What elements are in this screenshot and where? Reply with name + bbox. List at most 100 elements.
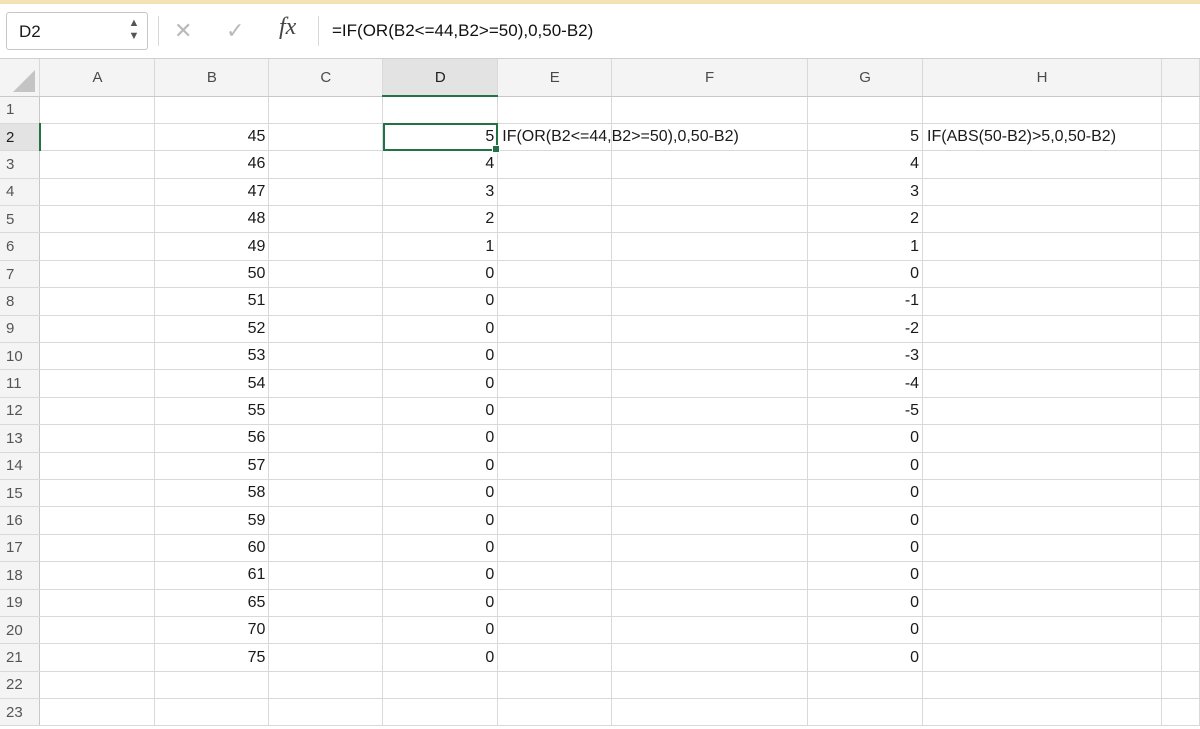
cell-h16[interactable] <box>922 506 1162 535</box>
cell-a20[interactable] <box>39 616 156 645</box>
row-header[interactable]: 12 <box>0 397 41 426</box>
cell-a17[interactable] <box>39 534 156 563</box>
cell-b13[interactable]: 56 <box>154 424 270 453</box>
cell-d20[interactable]: 0 <box>382 616 499 645</box>
cell-f13[interactable] <box>611 424 809 453</box>
row-header[interactable]: 18 <box>0 561 41 590</box>
cell-g11[interactable]: -4 <box>807 369 924 398</box>
cell-c18[interactable] <box>268 561 384 590</box>
cell-h17[interactable] <box>922 534 1162 563</box>
cell-e11[interactable] <box>497 369 613 398</box>
cell-g19[interactable]: 0 <box>807 589 924 617</box>
cell-i21[interactable] <box>1161 643 1200 672</box>
cell-g12[interactable]: -5 <box>807 397 924 426</box>
cell-d11[interactable]: 0 <box>382 369 499 398</box>
cell-d15[interactable]: 0 <box>382 479 499 508</box>
cell-f4[interactable] <box>611 178 809 207</box>
cell-e22[interactable] <box>497 671 613 700</box>
column-header-h[interactable]: H <box>922 59 1162 97</box>
cell-h6[interactable] <box>922 232 1162 261</box>
column-header-f[interactable]: F <box>611 59 809 97</box>
cell-g13[interactable]: 0 <box>807 424 924 453</box>
cell-f23[interactable] <box>611 698 809 727</box>
confirm-check-icon[interactable]: ✓ <box>226 18 244 44</box>
cell-i1[interactable] <box>1161 96 1200 124</box>
cell-d3[interactable]: 4 <box>382 150 499 179</box>
cell-h2[interactable]: IF(ABS(50-B2)>5,0,50-B2) <box>922 123 1162 152</box>
cell-i17[interactable] <box>1161 534 1200 563</box>
cell-a4[interactable] <box>39 178 156 207</box>
cancel-icon[interactable]: ✕ <box>174 18 192 44</box>
cell-c7[interactable] <box>268 260 384 289</box>
cell-g9[interactable]: -2 <box>807 315 924 344</box>
cell-g6[interactable]: 1 <box>807 232 924 261</box>
cell-g1[interactable] <box>807 96 924 124</box>
cell-f6[interactable] <box>611 232 809 261</box>
cell-b7[interactable]: 50 <box>154 260 270 289</box>
cell-g8[interactable]: -1 <box>807 287 924 316</box>
cell-i11[interactable] <box>1161 369 1200 398</box>
cell-e13[interactable] <box>497 424 613 453</box>
cell-i18[interactable] <box>1161 561 1200 590</box>
cell-h20[interactable] <box>922 616 1162 645</box>
cell-g15[interactable]: 0 <box>807 479 924 508</box>
cell-i2[interactable] <box>1161 123 1200 152</box>
cell-b20[interactable]: 70 <box>154 616 270 645</box>
cell-h12[interactable] <box>922 397 1162 426</box>
cell-d5[interactable]: 2 <box>382 205 499 234</box>
cell-g3[interactable]: 4 <box>807 150 924 179</box>
cell-h23[interactable] <box>922 698 1162 727</box>
cell-g22[interactable] <box>807 671 924 700</box>
cell-e1[interactable] <box>497 96 613 124</box>
row-header[interactable]: 3 <box>0 150 41 179</box>
cell-f16[interactable] <box>611 506 809 535</box>
cell-c2[interactable] <box>268 123 384 152</box>
cell-g21[interactable]: 0 <box>807 643 924 672</box>
cell-f9[interactable] <box>611 315 809 344</box>
cell-i7[interactable] <box>1161 260 1200 289</box>
cell-d21[interactable]: 0 <box>382 643 499 672</box>
cell-d8[interactable]: 0 <box>382 287 499 316</box>
cell-e23[interactable] <box>497 698 613 727</box>
cell-e20[interactable] <box>497 616 613 645</box>
cell-e9[interactable] <box>497 315 613 344</box>
cell-c17[interactable] <box>268 534 384 563</box>
cell-c21[interactable] <box>268 643 384 672</box>
cell-i5[interactable] <box>1161 205 1200 234</box>
cell-c4[interactable] <box>268 178 384 207</box>
column-header-g[interactable]: G <box>807 59 924 97</box>
cell-i8[interactable] <box>1161 287 1200 316</box>
cell-h3[interactable] <box>922 150 1162 179</box>
cell-h10[interactable] <box>922 342 1162 371</box>
column-header-c[interactable]: C <box>268 59 384 97</box>
cell-e15[interactable] <box>497 479 613 508</box>
cell-h4[interactable] <box>922 178 1162 207</box>
cell-d4[interactable]: 3 <box>382 178 499 207</box>
cell-b5[interactable]: 48 <box>154 205 270 234</box>
cell-i3[interactable] <box>1161 150 1200 179</box>
cell-a7[interactable] <box>39 260 156 289</box>
row-header[interactable]: 4 <box>0 178 41 207</box>
cell-h22[interactable] <box>922 671 1162 700</box>
cell-g23[interactable] <box>807 698 924 727</box>
cell-a5[interactable] <box>39 205 156 234</box>
cell-e6[interactable] <box>497 232 613 261</box>
cell-d7[interactable]: 0 <box>382 260 499 289</box>
cell-f18[interactable] <box>611 561 809 590</box>
cell-f17[interactable] <box>611 534 809 563</box>
cell-b23[interactable] <box>154 698 270 727</box>
row-header[interactable]: 1 <box>0 96 41 124</box>
cell-d14[interactable]: 0 <box>382 452 499 480</box>
cell-i15[interactable] <box>1161 479 1200 508</box>
cell-a3[interactable] <box>39 150 156 179</box>
cell-i13[interactable] <box>1161 424 1200 453</box>
cell-d1[interactable] <box>382 96 499 124</box>
cell-g7[interactable]: 0 <box>807 260 924 289</box>
cell-i23[interactable] <box>1161 698 1200 727</box>
cell-c5[interactable] <box>268 205 384 234</box>
column-header-d[interactable]: D <box>382 59 499 97</box>
row-header[interactable]: 20 <box>0 616 41 645</box>
cell-e17[interactable] <box>497 534 613 563</box>
cell-a18[interactable] <box>39 561 156 590</box>
formula-input[interactable]: =IF(OR(B2<=44,B2>=50),0,50-B2) <box>332 21 593 41</box>
